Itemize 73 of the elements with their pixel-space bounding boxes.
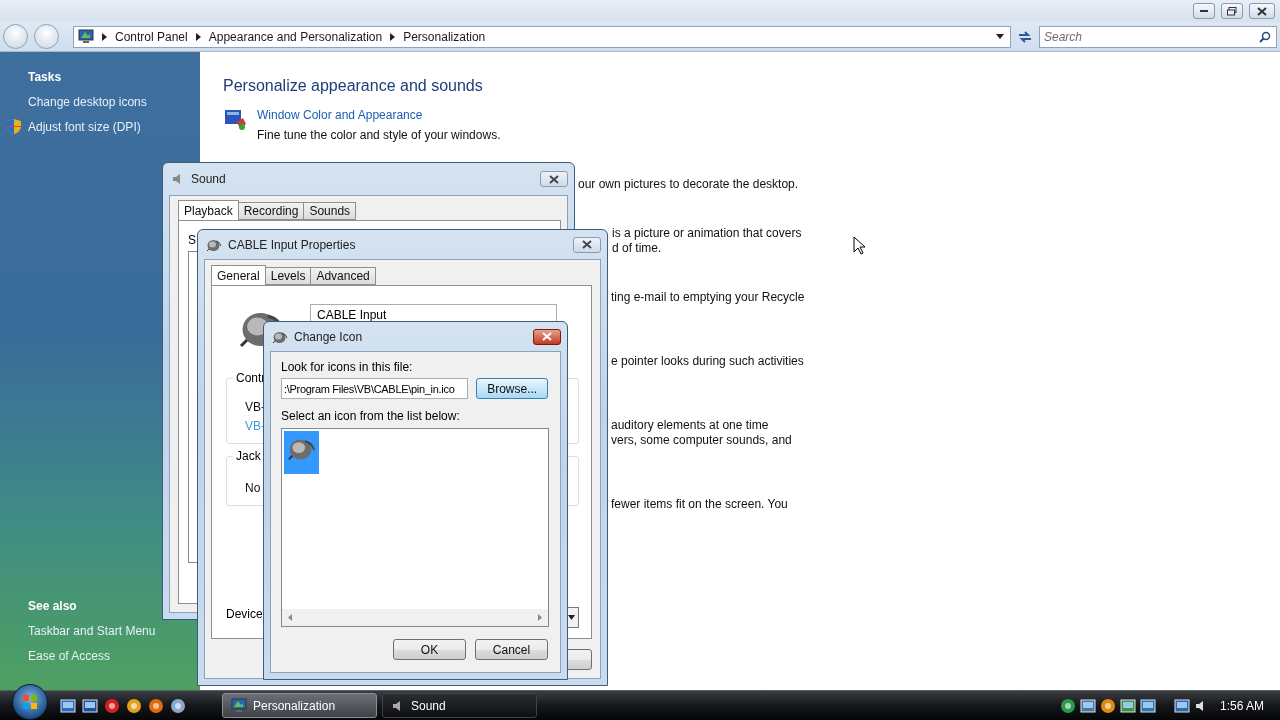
horizontal-scrollbar[interactable] (282, 609, 548, 626)
scroll-left-icon[interactable] (288, 614, 292, 621)
close-button[interactable] (1249, 3, 1275, 19)
sidebar-heading: Tasks (28, 70, 63, 84)
sidebar-link[interactable]: Change desktop icons (28, 95, 200, 109)
jack-info: No (245, 480, 261, 497)
section-description: d of time. (612, 241, 662, 256)
ok-button[interactable]: OK (393, 639, 466, 660)
taskbar-button[interactable]: Sound (382, 693, 537, 718)
breadcrumb[interactable]: Control Panel (115, 29, 188, 44)
tab[interactable]: Recording (237, 202, 305, 220)
list-label: Select an icon from the list below: (281, 409, 460, 423)
refresh-icon[interactable] (1017, 29, 1033, 44)
dropdown-arrow-icon (568, 615, 575, 620)
section-description: vers, some computer sounds, and (611, 433, 792, 448)
desktop-icon[interactable] (60, 697, 76, 714)
close-button[interactable] (573, 236, 601, 253)
search-icon[interactable] (1259, 30, 1271, 43)
browse-button[interactable]: Browse... (476, 378, 548, 399)
page-heading: Personalize appearance and sounds (223, 77, 484, 96)
section-description: Fine tune the color and style of your windows. (257, 128, 501, 143)
section-description: auditory elements at one time (611, 418, 769, 433)
breadcrumb-arrow-icon (195, 32, 201, 41)
clock: 1:56 AM (1219, 698, 1264, 713)
restore-icon (1227, 6, 1237, 16)
sidebar-link[interactable]: Adjust font size (DPI) (28, 120, 200, 134)
section-description: e pointer looks during such activities (611, 354, 804, 369)
icon-list-item[interactable] (284, 431, 319, 474)
close-icon (1256, 6, 1268, 16)
panel-label: S (188, 233, 196, 248)
tab[interactable]: Sounds (303, 202, 357, 220)
windows-logo-icon (22, 693, 38, 710)
field-label: Look for icons in this file: (281, 360, 413, 375)
control-panel-icon (78, 29, 94, 44)
minimize-button[interactable] (1193, 3, 1215, 19)
scroll-right-icon[interactable] (538, 614, 542, 621)
cancel-button[interactable]: Cancel (475, 639, 548, 660)
window-title: Sound (191, 172, 226, 186)
breadcrumb-arrow-icon (390, 32, 396, 41)
dropdown-arrow-icon[interactable] (996, 34, 1004, 39)
window-title: CABLE Input Properties (228, 237, 356, 252)
tab[interactable]: Playback (178, 200, 239, 220)
breadcrumb[interactable]: Appearance and Personalization (208, 29, 383, 44)
close-icon (548, 174, 560, 184)
group-label: Jack (233, 449, 264, 463)
sidebar-heading: See also (28, 599, 78, 613)
mouse-pointer-icon (853, 236, 866, 255)
section-link[interactable]: Window Color and Appearance (257, 108, 501, 123)
minimize-icon (1200, 9, 1208, 13)
monitor-icon (231, 698, 247, 713)
color-palette-icon (223, 108, 247, 132)
taskbar-button[interactable]: Personalization (222, 693, 377, 718)
close-button[interactable] (533, 328, 561, 345)
tab[interactable]: Levels (264, 267, 312, 285)
restore-button[interactable] (1221, 3, 1243, 19)
breadcrumb-arrow-icon (102, 32, 107, 41)
section-description: fewer items fit on the screen. You (611, 497, 788, 512)
section-description: our own pictures to decorate the desktop. (578, 177, 799, 192)
breadcrumb[interactable]: Personalization (403, 29, 486, 44)
address-bar[interactable]: Control Panel Appearance and Personalization Personalization (73, 25, 1011, 48)
search-field[interactable]: Search (1040, 26, 1276, 47)
close-icon (581, 240, 593, 249)
section-description: is a picture or animation that covers (612, 226, 802, 241)
controller-name: VB- (245, 399, 265, 416)
close-icon (541, 332, 553, 341)
device-label: Device (226, 607, 263, 622)
section-description: ting e-mail to emptying your Recycle (611, 290, 805, 305)
file-path-field[interactable]: :\Program Files\VB\CABLE\pin_in.ico (281, 378, 469, 399)
tab[interactable]: Advanced (310, 267, 376, 285)
tab[interactable]: General (211, 265, 266, 285)
monitor-icon[interactable] (1139, 697, 1156, 714)
window-title: Change Icon (294, 329, 363, 344)
close-button[interactable] (540, 171, 568, 187)
